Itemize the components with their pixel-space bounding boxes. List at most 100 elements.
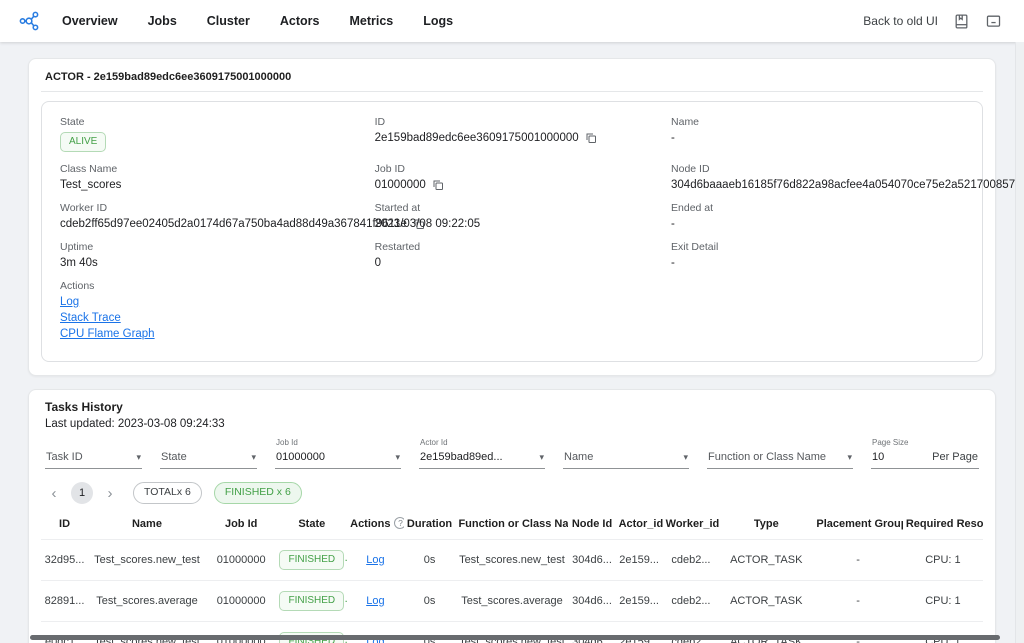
cell-job_id: 01000000	[206, 540, 277, 581]
field-actions: Actions Log Stack Trace CPU Flame Graph	[56, 275, 968, 350]
actor-info-card: State ALIVE ID 2e159bad89edc6ee360917500…	[41, 101, 983, 362]
cell-actor_id: 2e159...	[616, 581, 663, 622]
task-log-link[interactable]: Log	[366, 554, 384, 566]
name-filter[interactable]: Name ▾	[563, 448, 689, 469]
field-id: ID 2e159bad89edc6ee3609175001000000	[371, 111, 667, 158]
task-log-link[interactable]: Log	[366, 595, 384, 607]
finished-count-badge: FINISHED x 6	[214, 482, 302, 504]
chevron-down-icon: ▾	[675, 452, 688, 463]
tab-metrics[interactable]: Metrics	[349, 14, 393, 28]
back-to-old-ui-link[interactable]: Back to old UI	[863, 14, 938, 28]
col-worker-id: Worker_id	[663, 508, 720, 540]
next-page-button[interactable]: ›	[99, 486, 121, 501]
col-placement-group: Placement Group Id	[813, 508, 902, 540]
cell-func: Test_scores.new_test	[455, 540, 568, 581]
cpu-flame-graph-link[interactable]: CPU Flame Graph	[60, 328, 155, 340]
col-actions: Actions?	[347, 508, 404, 540]
cell-name: Test_scores.average	[88, 581, 206, 622]
actor-id-value: 2e159bad89edc6ee3609175001000000	[375, 132, 579, 144]
cell-state: FINISHED	[276, 540, 347, 581]
table-row: 82891...Test_scores.average01000000FINIS…	[41, 581, 983, 622]
pagination-row: ‹ 1 › TOTALx 6 FINISHED x 6	[43, 482, 981, 504]
actor-name-value: -	[671, 132, 964, 144]
feedback-icon[interactable]	[985, 13, 1002, 30]
last-updated-text: Last updated: 2023-03-08 09:24:33	[41, 416, 983, 432]
tasks-filter-row: Task ID ▾ State ▾ Job Id 01000000 ▾ Acto…	[45, 448, 979, 469]
cell-type: ACTOR_TASK	[719, 581, 813, 622]
actor-id-filter[interactable]: Actor Id 2e159bad89ed... ▾	[419, 448, 545, 469]
col-required-resources: Required Resources	[903, 508, 983, 540]
actor-uptime-value: 3m 40s	[60, 257, 367, 269]
field-uptime: Uptime 3m 40s	[56, 236, 371, 275]
tab-overview[interactable]: Overview	[62, 14, 118, 28]
tab-logs[interactable]: Logs	[423, 14, 453, 28]
chevron-down-icon: ▾	[128, 452, 141, 463]
help-icon[interactable]: ?	[394, 517, 403, 529]
horizontal-scrollbar[interactable]	[30, 635, 1000, 640]
job-id-filter[interactable]: Job Id 01000000 ▾	[275, 448, 401, 469]
log-link[interactable]: Log	[60, 296, 79, 308]
chevron-down-icon: ▾	[839, 452, 852, 463]
prev-page-button[interactable]: ‹	[43, 486, 65, 501]
cell-worker_id: cdeb2...	[663, 581, 720, 622]
actor-fields-grid: State ALIVE ID 2e159bad89edc6ee360917500…	[56, 111, 968, 350]
actor-state-badge: ALIVE	[60, 132, 106, 152]
col-function: Function or Class Name	[455, 508, 568, 540]
cell-func: Test_scores.average	[455, 581, 568, 622]
vertical-scrollbar[interactable]	[1015, 42, 1024, 643]
state-filter[interactable]: State ▾	[160, 448, 257, 469]
page-size-input[interactable]: Page Size 10 Per Page	[871, 448, 979, 469]
actor-detail-panel: ACTOR - 2e159bad89edc6ee3609175001000000…	[28, 58, 996, 376]
stack-trace-link[interactable]: Stack Trace	[60, 312, 121, 324]
docs-book-icon[interactable]	[953, 13, 970, 30]
field-restarted: Restarted 0	[371, 236, 667, 275]
tab-jobs[interactable]: Jobs	[148, 14, 177, 28]
task-state-badge: FINISHED	[279, 591, 344, 611]
field-exit-detail: Exit Detail -	[667, 236, 968, 275]
cell-node_id: 304d6...	[568, 540, 615, 581]
chevron-down-icon: ▾	[531, 452, 544, 463]
copy-icon[interactable]	[432, 179, 444, 191]
cell-id: 82891...	[41, 581, 88, 622]
cell-resources: CPU: 1	[903, 540, 983, 581]
cell-action: Log	[347, 581, 404, 622]
tab-actors[interactable]: Actors	[280, 14, 320, 28]
page-number-button[interactable]: 1	[71, 482, 93, 504]
col-name: Name	[88, 508, 206, 540]
col-state: State	[276, 508, 347, 540]
cell-node_id: 304d6...	[568, 581, 615, 622]
tasks-history-title: Tasks History	[41, 399, 983, 416]
field-job-id: Job ID 01000000	[371, 158, 667, 197]
cell-id: 32d95...	[41, 540, 88, 581]
task-id-filter[interactable]: Task ID ▾	[45, 448, 142, 469]
copy-icon[interactable]	[585, 132, 597, 144]
field-started-at: Started at 2023/03/08 09:22:05	[371, 197, 667, 236]
field-name: Name -	[667, 111, 968, 158]
tab-cluster[interactable]: Cluster	[207, 14, 250, 28]
cell-type: ACTOR_TASK	[719, 540, 813, 581]
actor-node-id-value: 304d6baaaeb16185f76d822a98acfee4a054070c…	[671, 179, 1021, 191]
cell-worker_id: cdeb2...	[663, 540, 720, 581]
col-duration: Duration	[404, 508, 456, 540]
main-content: ACTOR - 2e159bad89edc6ee3609175001000000…	[0, 42, 1024, 643]
actor-class-name-value: Test_scores	[60, 179, 367, 191]
field-ended-at: Ended at -	[667, 197, 968, 236]
actor-job-id-value: 01000000	[375, 179, 426, 191]
ray-dashboard: Overview Jobs Cluster Actors Metrics Log…	[0, 0, 1024, 643]
table-header-row: ID Name Job Id State Actions? Duration F…	[41, 508, 983, 540]
field-class-name: Class Name Test_scores	[56, 158, 371, 197]
field-node-id: Node ID 304d6baaaeb16185f76d822a98acfee4…	[667, 158, 968, 197]
actor-started-at-value: 2023/03/08 09:22:05	[375, 218, 663, 230]
function-or-class-filter[interactable]: Function or Class Name ▾	[707, 448, 853, 469]
col-actor-id: Actor_id	[616, 508, 663, 540]
cell-placement_group: -	[813, 540, 902, 581]
col-job-id: Job Id	[206, 508, 277, 540]
field-worker-id: Worker ID cdeb2ff65d97ee02405d2a0174d67a…	[56, 197, 371, 236]
cell-resources: CPU: 1	[903, 581, 983, 622]
cell-name: Test_scores.new_test	[88, 540, 206, 581]
chevron-down-icon: ▾	[243, 452, 256, 463]
col-id: ID	[41, 508, 88, 540]
total-count-badge: TOTALx 6	[133, 482, 202, 504]
top-nav: Overview Jobs Cluster Actors Metrics Log…	[0, 0, 1024, 42]
actor-worker-id-value: cdeb2ff65d97ee02405d2a0174d67a750ba4ad88…	[60, 218, 407, 230]
